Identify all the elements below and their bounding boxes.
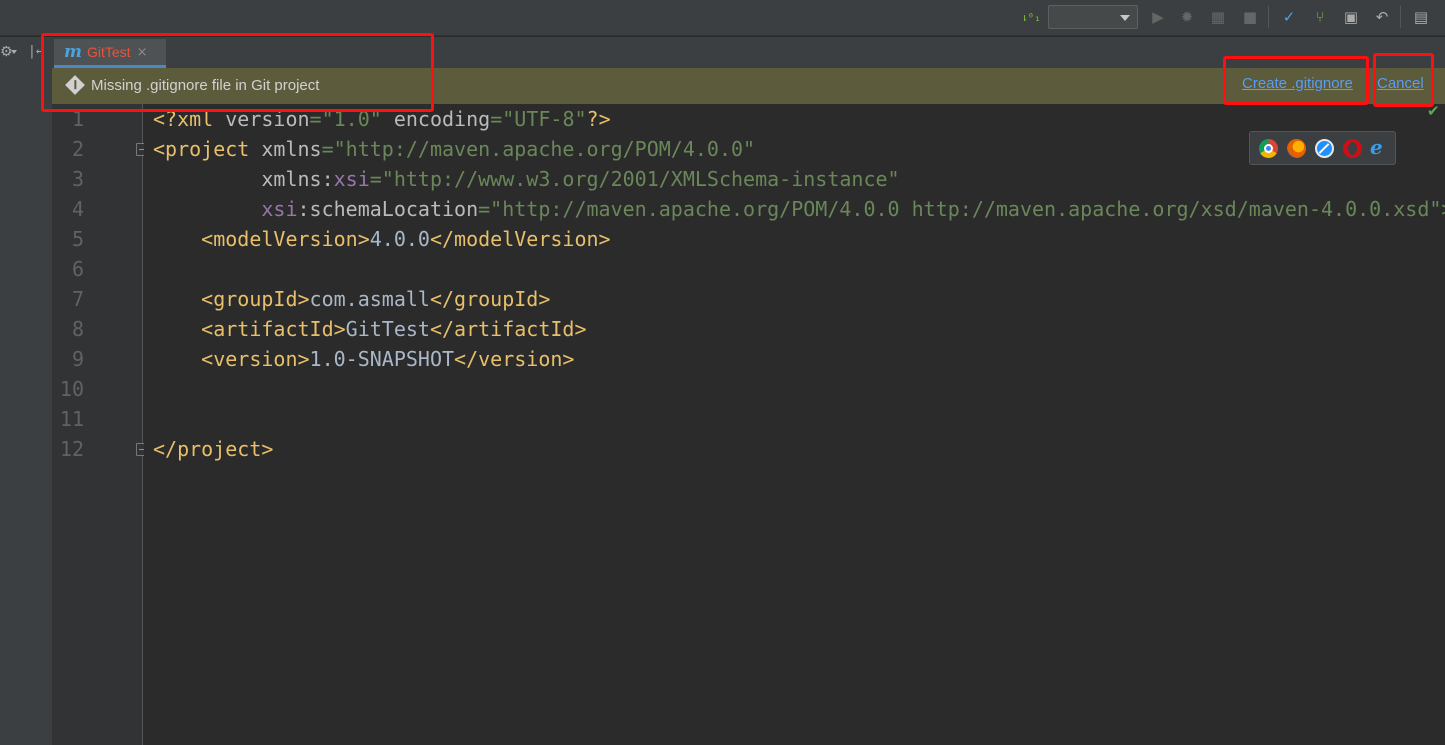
line-number: 9 [71,347,84,371]
tag-close: </modelVersion> [429,227,611,251]
line-number: 6 [71,257,84,281]
open-in-browser-popup: e [1249,131,1396,165]
equals: = [321,137,334,161]
line-number: 10 [59,377,84,401]
code-line-7: <groupId>com.asmall</groupId> [153,284,550,314]
safari-icon[interactable] [1315,139,1334,158]
chrome-icon[interactable] [1259,139,1278,158]
tag-open: <modelVersion> [201,227,370,251]
tag-close: </artifactId> [429,317,587,341]
main-toolbar: ⇂⁰₁ ▶ ✹ ▦ ■ ✓ ⑂ ▣ ↶ ▤ [0,0,1445,36]
xml-decl-close: ?> [586,107,611,131]
ie-icon[interactable]: e [1370,137,1383,157]
collapse-icon[interactable]: |← [28,44,44,59]
chevron-down-icon [1120,15,1130,21]
line-number: 12 [59,437,84,461]
create-gitignore-link[interactable]: Create .gitignore [1242,75,1353,92]
code-line-5: <modelVersion>4.0.0</modelVersion> [153,224,611,254]
tag-text: com.asmall [309,287,430,311]
toolbar-separator [1400,6,1401,28]
editor-tab-bar: m GitTest × [52,37,1445,68]
notification-message: Missing .gitignore file in Git project [91,77,320,94]
git-icon [65,75,85,95]
attr-name: :schemaLocation [297,197,479,221]
opera-icon[interactable] [1343,139,1362,158]
code-line-8: <artifactId>GitTest</artifactId> [153,314,587,344]
attr-name: encoding [381,107,491,131]
tag-text: 4.0.0 [369,227,430,251]
sort-vcs-icon[interactable]: ⇂⁰₁ [1021,7,1041,27]
tag-close: </project> [153,437,274,461]
line-number: 2 [71,137,84,161]
tag-open: <version> [201,347,310,371]
editor-tab-gittest[interactable]: m GitTest × [54,39,166,68]
xml-decl-open: <?xml [153,107,214,131]
line-number: 4 [71,197,84,221]
chevron-down-icon[interactable] [11,50,17,54]
vcs-commit-icon[interactable]: ▣ [1341,7,1361,27]
tag-text: GitTest [345,317,430,341]
line-number: 7 [71,287,84,311]
equals: = [478,197,491,221]
tag-open: <project [153,137,250,161]
code-editor[interactable]: <?xml version="1.0" encoding="UTF-8"?> <… [144,104,1445,745]
attr-value: "http://www.w3.org/2001/XMLSchema-instan… [381,167,900,191]
equals: = [490,107,503,131]
project-tool-strip: ⚙ |← [0,37,52,745]
code-line-2: <project xmlns="http://maven.apache.org/… [153,134,755,164]
attr-name: version [213,107,310,131]
code-line-9: <version>1.0-SNAPSHOT</version> [153,344,574,374]
tag-close: </version> [454,347,575,371]
revert-icon[interactable]: ↶ [1372,7,1392,27]
attr-name: xmlns: [261,167,334,191]
tag-open: <artifactId> [201,317,346,341]
tag-close: </groupId> [429,287,551,311]
debug-icon[interactable]: ✹ [1177,7,1197,27]
run-icon[interactable]: ▶ [1148,7,1168,27]
structure-icon[interactable]: ▤ [1411,7,1431,27]
gitignore-notification-bar: Missing .gitignore file in Git project C… [52,68,1445,104]
attr-value: "http://maven.apache.org/POM/4.0.0" [333,137,756,161]
line-number: 1 [71,107,84,131]
vcs-branch-icon[interactable]: ⑂ [1310,7,1330,27]
inspection-ok-icon: ✔ [1427,102,1440,120]
attr-name: xmlns [249,137,322,161]
line-number: 11 [59,407,84,431]
namespace-prefix: xsi [333,167,370,191]
vcs-update-icon[interactable]: ✓ [1279,7,1299,27]
code-line-12: </project> [153,434,273,464]
coverage-icon[interactable]: ▦ [1208,7,1228,27]
cancel-link[interactable]: Cancel [1377,75,1424,92]
line-number: 3 [71,167,84,191]
stop-icon[interactable]: ■ [1240,7,1260,27]
line-number: 8 [71,317,84,341]
line-number-gutter: 1 2 3 4 5 6 7 8 9 10 11 12 [52,104,147,745]
attr-value: "http://maven.apache.org/POM/4.0.0 http:… [490,197,1445,221]
run-configuration-select[interactable] [1048,5,1138,29]
code-line-4: xsi:schemaLocation="http://maven.apache.… [153,194,1445,224]
tag-text: 1.0-SNAPSHOT [309,347,455,371]
equals: = [369,167,382,191]
equals: = [309,107,322,131]
toolbar-separator [1268,6,1269,28]
tag-open: <groupId> [201,287,310,311]
attr-value: "1.0" [321,107,382,131]
close-icon[interactable]: × [137,45,148,60]
code-line-1: <?xml version="1.0" encoding="UTF-8"?> [153,104,611,134]
tab-title: GitTest [87,44,131,60]
line-number: 5 [71,227,84,251]
maven-file-icon: m [64,41,82,62]
code-line-3: xmlns:xsi="http://www.w3.org/2001/XMLSch… [153,164,900,194]
firefox-icon[interactable] [1287,139,1306,158]
attr-value: "UTF-8" [502,107,587,131]
namespace-prefix: xsi [261,197,298,221]
